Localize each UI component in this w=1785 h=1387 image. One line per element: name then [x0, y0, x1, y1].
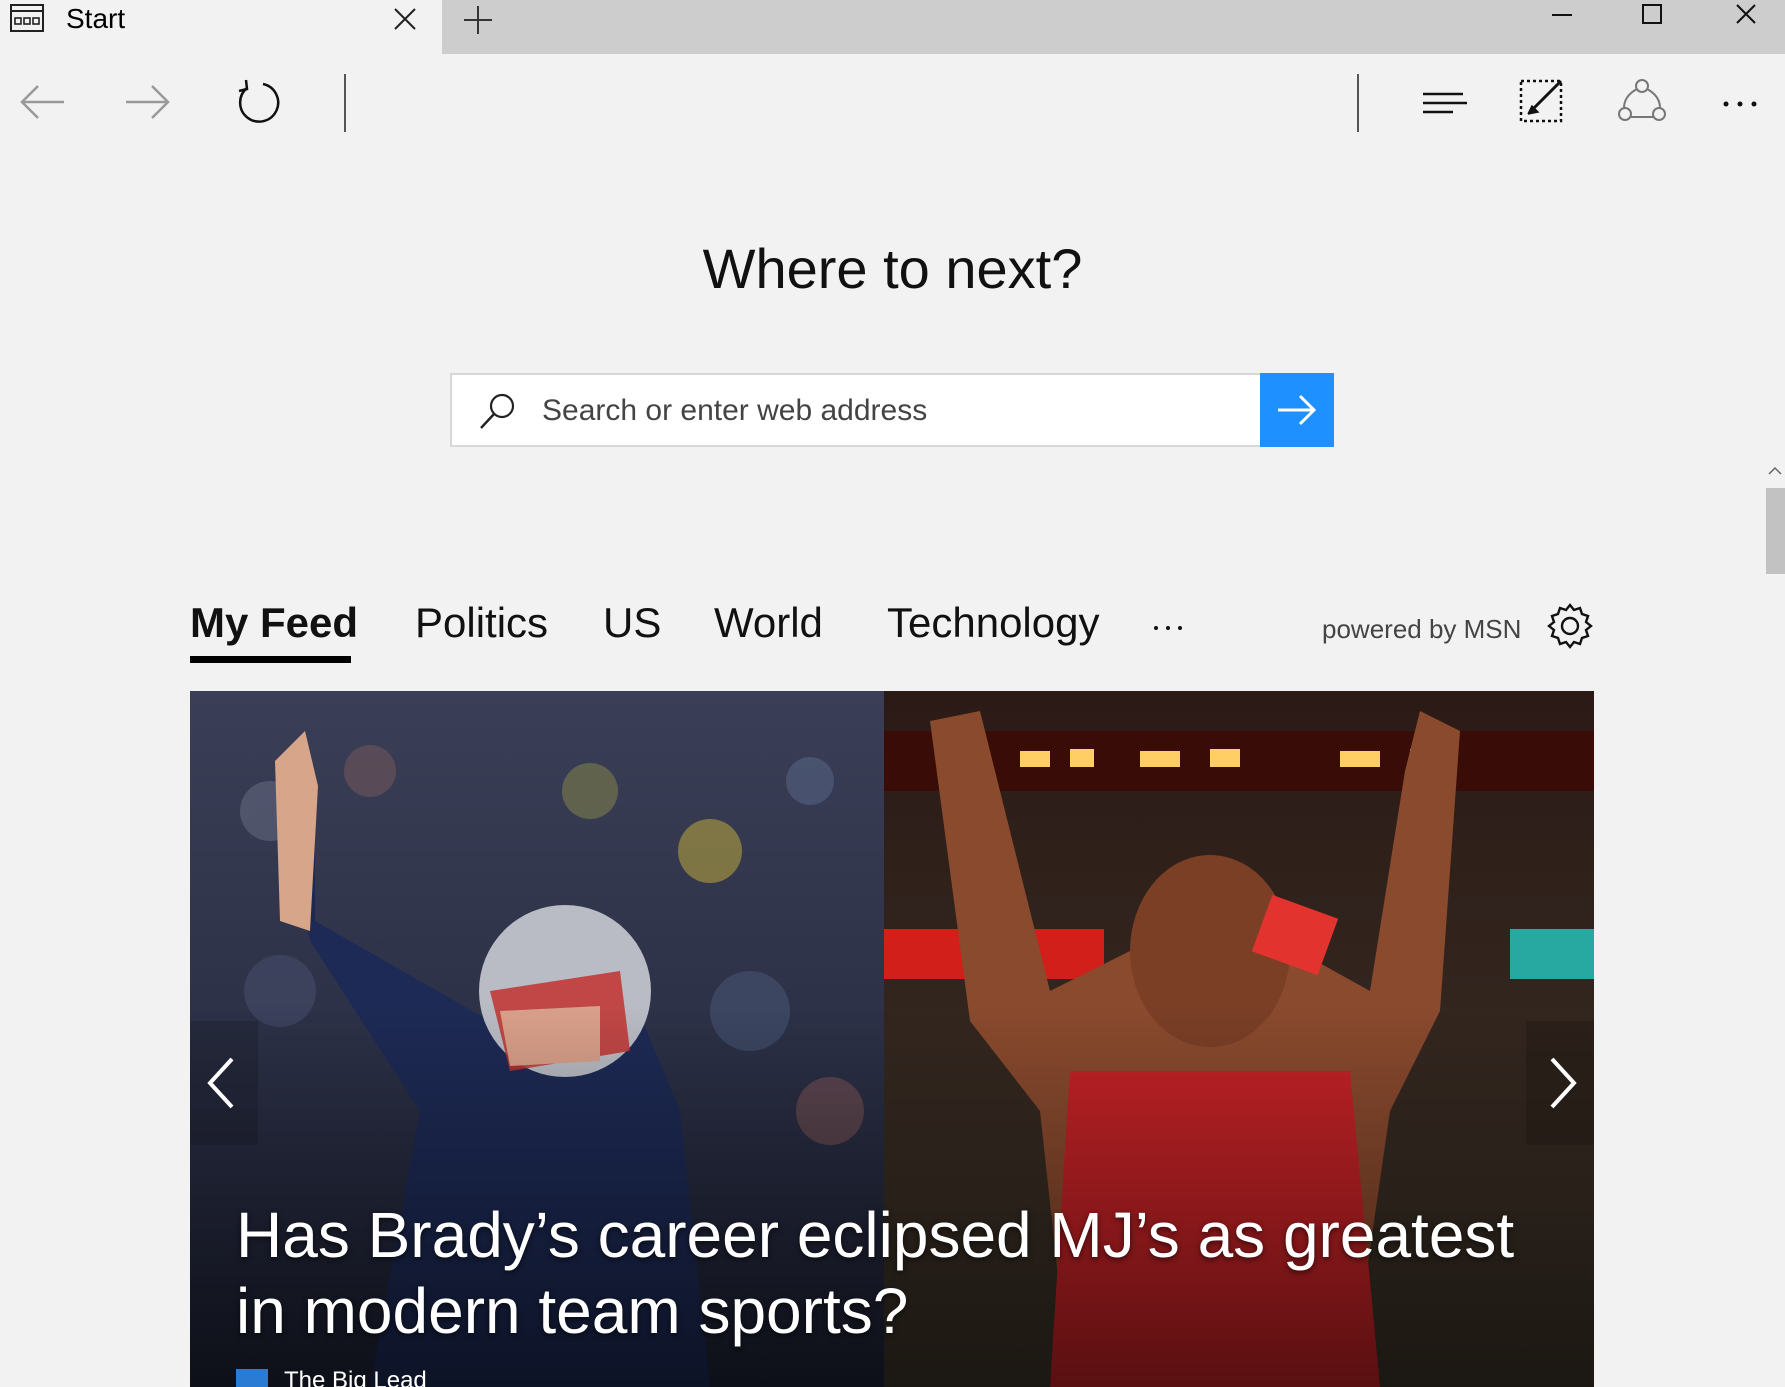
more-ellipsis-icon[interactable]	[1710, 72, 1770, 132]
forward-arrow-icon[interactable]	[120, 74, 176, 130]
search-box[interactable]	[450, 373, 1334, 447]
featured-article[interactable]: Has Brady’s career eclipsed MJ’s as grea…	[190, 691, 1594, 1387]
article-headline[interactable]: Has Brady’s career eclipsed MJ’s as grea…	[236, 1197, 1536, 1349]
tab-politics[interactable]: Politics	[415, 596, 548, 650]
more-categories-icon[interactable]	[1148, 606, 1188, 646]
gear-icon[interactable]	[1544, 600, 1596, 652]
active-tab-indicator	[190, 656, 351, 663]
page-title: Where to next?	[702, 237, 1083, 300]
search-icon	[480, 393, 515, 429]
maximize-icon[interactable]	[1622, 0, 1682, 36]
back-arrow-icon[interactable]	[14, 74, 70, 130]
toolbar-separator	[1357, 74, 1359, 132]
nav-separator	[344, 74, 346, 132]
tab-us[interactable]: US	[603, 596, 661, 650]
share-icon[interactable]	[1612, 72, 1672, 132]
close-tab-icon[interactable]	[390, 4, 420, 34]
tab-world[interactable]: World	[714, 596, 823, 650]
tab-title: Start	[66, 3, 126, 34]
start-page-icon	[10, 4, 44, 32]
close-icon[interactable]	[1716, 0, 1776, 36]
tab-my-feed[interactable]: My Feed	[190, 596, 358, 650]
scrollbar-track[interactable]	[1764, 460, 1785, 1387]
tab-technology[interactable]: Technology	[887, 596, 1099, 650]
source-name: The Big Lead	[284, 1367, 427, 1387]
hub-icon[interactable]	[1415, 72, 1475, 132]
tab-start[interactable]: Start	[0, 0, 442, 54]
carousel-previous-button[interactable]	[190, 1021, 258, 1145]
scrollbar-thumb[interactable]	[1766, 488, 1785, 574]
search-input[interactable]	[540, 377, 1234, 445]
title-bar: Start	[0, 0, 1785, 54]
scroll-up-icon[interactable]	[1766, 462, 1784, 480]
source-logo	[236, 1369, 268, 1387]
go-button[interactable]	[1260, 373, 1334, 447]
minimize-icon[interactable]	[1532, 0, 1592, 36]
refresh-icon[interactable]	[230, 74, 286, 130]
chevron-left-icon	[207, 1057, 234, 1109]
chevron-right-icon	[1550, 1057, 1577, 1109]
carousel-next-button[interactable]	[1526, 1021, 1594, 1145]
new-tab-icon[interactable]	[460, 2, 496, 38]
powered-by-label: powered by MSN	[1322, 614, 1522, 644]
go-arrow-icon	[1278, 394, 1317, 426]
web-note-icon[interactable]	[1512, 72, 1572, 132]
